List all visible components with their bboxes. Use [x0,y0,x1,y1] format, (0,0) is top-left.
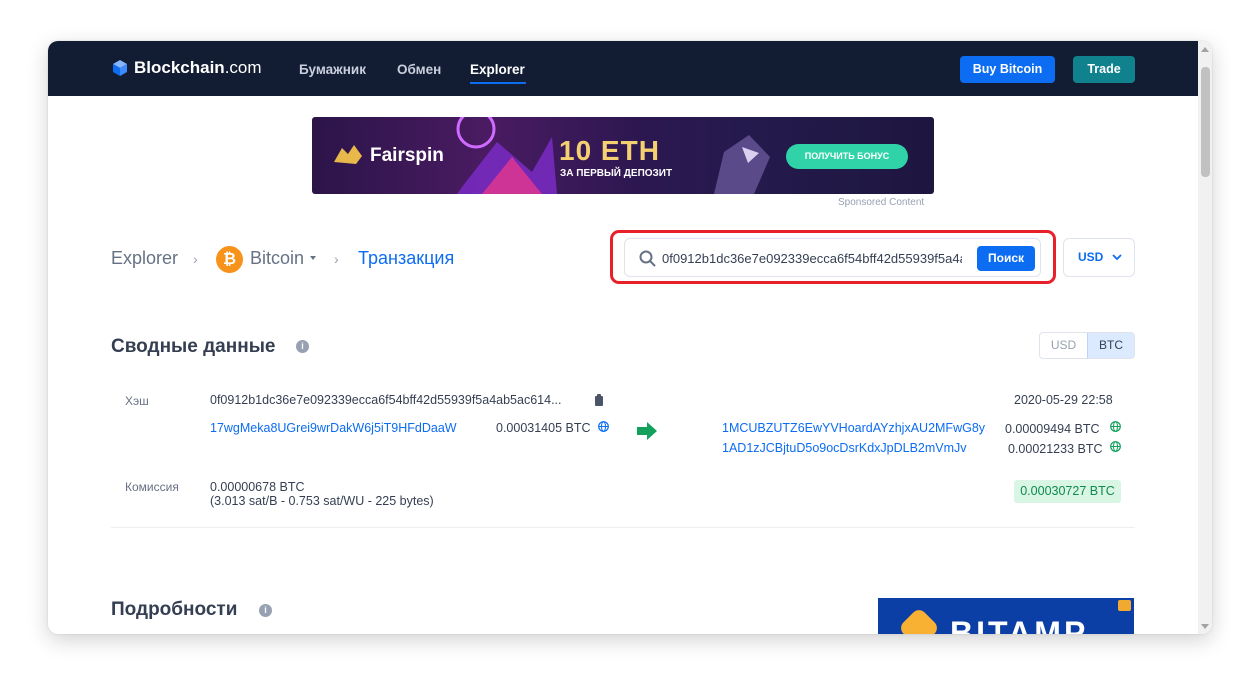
unit-toggle[interactable]: USD BTC [1039,332,1135,359]
logo-name: Blockchain [134,58,225,77]
output-address-link-2[interactable]: 1AD1zJCBjtuD5o9ocDsrKdxJpDLB2mVmJv [722,441,967,455]
input-address-link[interactable]: 17wgMeka8UGrei9wrDakW6j5iT9HFdDaaW [210,421,457,435]
search-button[interactable]: Поиск [977,246,1035,271]
info-icon[interactable]: i [296,340,309,353]
eagle-art [714,135,770,194]
total-output-badge: 0.00030727 BTC [1014,480,1121,503]
currency-dropdown-value: USD [1078,250,1104,264]
globe-icon[interactable] [1110,421,1121,432]
scroll-up-arrow-icon[interactable] [1201,47,1209,52]
search-icon [639,250,656,267]
top-nav-bar: Blockchain .com Бумажник Обмен Explorer B… [48,41,1198,96]
fee-value: 0.00000678 BTC [210,480,305,494]
banner-ad[interactable]: Fairspin 10 ETH ЗА ПЕРВЫЙ ДЕПОЗИТ ПОЛУЧИ… [312,117,934,194]
ad-art-left [456,117,557,194]
breadcrumb-separator-icon: › [193,251,198,267]
bitamp-ad[interactable]: BITAMP [878,598,1134,634]
scroll-thumb[interactable] [1201,67,1210,177]
blockchain-logo[interactable]: Blockchain .com [111,58,262,78]
breadcrumb-transaction: Транзакция [358,248,455,268]
details-title: Подробности [111,599,238,620]
fee-label: Комиссия [125,480,179,494]
scroll-down-arrow-icon[interactable] [1201,624,1209,629]
bitamp-ad-text: BITAMP [950,615,1089,634]
coin-dropdown-caret-icon[interactable] [310,256,316,260]
bitamp-logo-icon [897,606,941,634]
hash-label: Хэш [125,394,149,408]
input-amount: 0.00031405 BTC [496,421,591,435]
transfer-arrow-icon [637,422,657,440]
copy-clipboard-icon[interactable] [594,394,604,406]
nav-exchange[interactable]: Обмен [397,62,441,77]
tx-hash[interactable]: 0f0912b1dc36e7e092339ecca6f54bff42d55939… [210,393,562,407]
nav-explorer[interactable]: Explorer [470,62,525,77]
output-amount-1: 0.00009494 BTC [1005,422,1100,436]
summary-title: Сводные данные [111,336,276,357]
fee-detail: (3.013 sat/B - 0.753 sat/WU - 225 bytes) [210,494,434,508]
blockchain-cube-icon [113,60,127,76]
globe-icon[interactable] [598,421,609,432]
section-divider [111,527,1135,528]
nav-wallet[interactable]: Бумажник [299,62,366,77]
breadcrumb-bitcoin[interactable]: Bitcoin [250,248,304,269]
bitcoin-logo-icon: ₿ [216,246,243,273]
ad-choices-icon[interactable] [1118,600,1131,611]
ad-brand: Fairspin [370,145,444,166]
ad-headline: 10 ETH [559,135,660,166]
breadcrumb-separator-icon: › [334,251,339,267]
breadcrumb-explorer[interactable]: Explorer [111,248,178,269]
page-scrollbar[interactable] [1198,41,1212,634]
toggle-btc[interactable]: BTC [1087,333,1134,358]
chevron-down-icon [1112,254,1122,261]
ad-bonus-button[interactable]: ПОЛУЧИТЬ БОНУС [786,144,908,169]
lion-logo-icon [334,145,362,164]
output-amount-2: 0.00021233 BTC [1008,442,1103,456]
info-icon[interactable]: i [259,604,272,617]
sponsored-label: Sponsored Content [838,197,925,208]
trade-button[interactable]: Trade [1073,56,1135,83]
buy-bitcoin-button[interactable]: Buy Bitcoin [960,56,1055,83]
output-address-link-1[interactable]: 1MCUBZUTZ6EwYVHoardAYzhjxAU2MFwG8y [722,421,985,435]
toggle-usd[interactable]: USD [1040,333,1087,358]
ad-subline: ЗА ПЕРВЫЙ ДЕПОЗИТ [560,168,673,179]
tx-timestamp: 2020-05-29 22:58 [1014,393,1113,407]
nav-active-underline [470,82,526,84]
globe-icon[interactable] [1110,441,1121,452]
search-input[interactable] [662,247,962,269]
currency-dropdown[interactable]: USD [1063,238,1135,277]
logo-tld: .com [224,58,262,77]
browser-window: Blockchain .com Бумажник Обмен Explorer B… [48,41,1212,634]
search-field[interactable]: Поиск [624,238,1041,277]
